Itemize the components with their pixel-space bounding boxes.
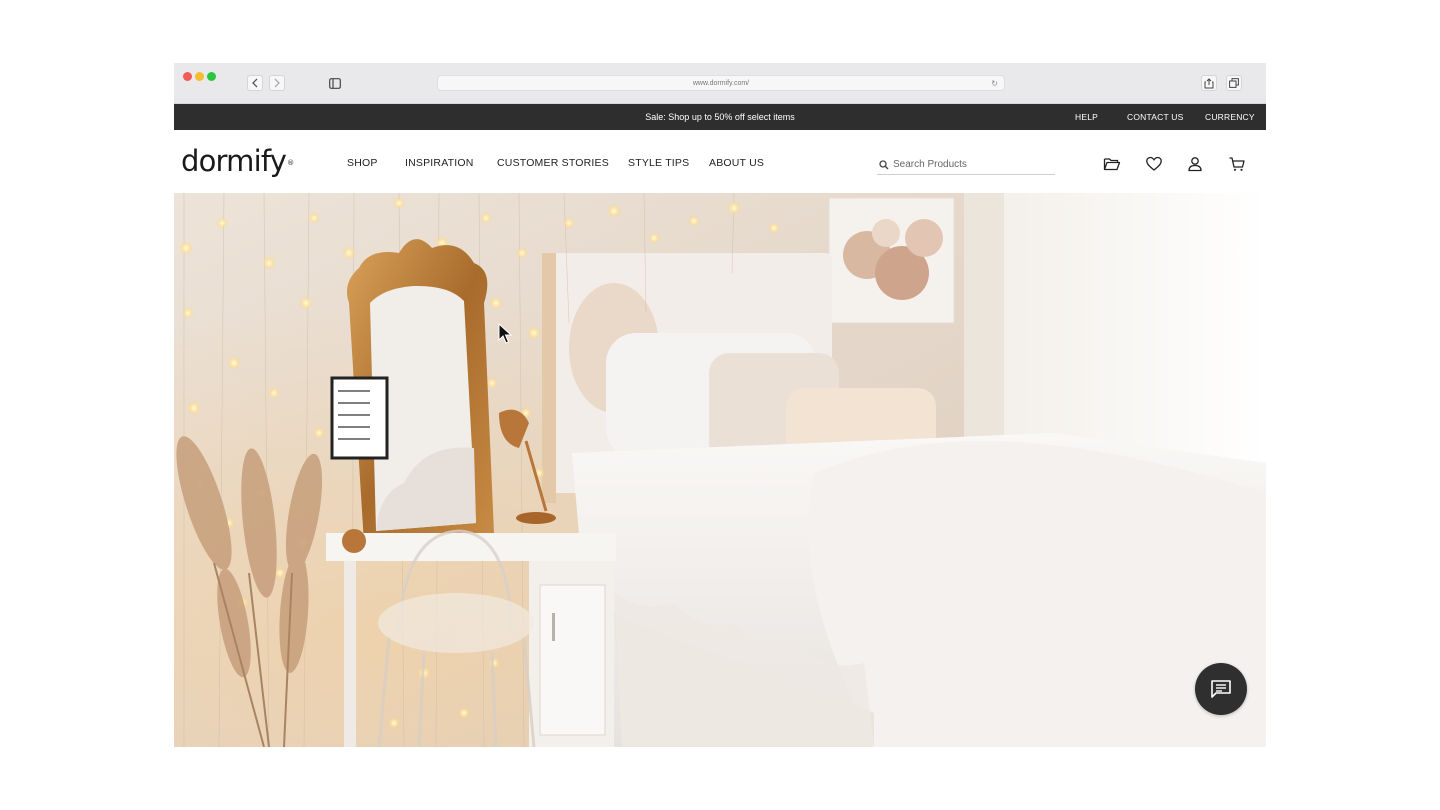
sidebar-toggle-button[interactable]	[327, 75, 343, 91]
hero-image[interactable]	[174, 193, 1266, 747]
tabs-icon	[1229, 78, 1239, 88]
contact-us-link[interactable]: CONTACT US	[1127, 104, 1183, 130]
dorm-room-photo	[174, 193, 1266, 747]
address-bar[interactable]: www.dormify.com/ ↻	[437, 75, 1005, 91]
zoom-window-button[interactable]	[207, 72, 216, 81]
search-input[interactable]	[893, 159, 1053, 170]
dormify-logo[interactable]: dormify®	[181, 144, 294, 178]
nav-customer-stories[interactable]: CUSTOMER STORIES	[497, 157, 609, 169]
forward-button[interactable]	[269, 75, 285, 91]
nav-inspiration[interactable]: INSPIRATION	[405, 157, 474, 169]
browser-window: www.dormify.com/ ↻ Sale: Shop up to 50% …	[174, 63, 1266, 747]
promo-message[interactable]: Sale: Shop up to 50% off select items	[174, 104, 1266, 130]
chat-button[interactable]	[1195, 663, 1247, 715]
promo-bar: Sale: Shop up to 50% off select items HE…	[174, 104, 1266, 130]
chevron-left-icon	[252, 78, 258, 88]
reload-icon[interactable]: ↻	[991, 79, 998, 88]
account-icon[interactable]	[1186, 155, 1204, 173]
close-window-button[interactable]	[183, 72, 192, 81]
share-icon	[1204, 77, 1214, 88]
currency-link[interactable]: CURRENCY	[1205, 104, 1255, 130]
heart-icon[interactable]	[1145, 155, 1163, 173]
help-link[interactable]: HELP	[1075, 104, 1098, 130]
share-button[interactable]	[1201, 75, 1217, 91]
back-button[interactable]	[247, 75, 263, 91]
sidebar-icon	[329, 77, 341, 89]
mouse-cursor-icon	[498, 323, 512, 344]
tabs-overview-button[interactable]	[1226, 75, 1242, 91]
nav-about-us[interactable]: ABOUT US	[709, 157, 764, 169]
site-header: dormify® SHOP INSPIRATION CUSTOMER STORI…	[174, 130, 1266, 193]
search-icon[interactable]	[879, 160, 889, 170]
chat-icon	[1211, 680, 1231, 698]
logo-text: dormify	[181, 144, 287, 178]
browser-toolbar: www.dormify.com/ ↻	[174, 63, 1266, 104]
nav-shop[interactable]: SHOP	[347, 157, 378, 169]
nav-style-tips[interactable]: STYLE TIPS	[628, 157, 689, 169]
logo-mark: ®	[287, 159, 294, 167]
folder-icon[interactable]	[1103, 155, 1121, 173]
search-bar	[877, 157, 1055, 175]
address-text: www.dormify.com/	[692, 79, 750, 87]
chevron-right-icon	[274, 78, 280, 88]
cart-icon[interactable]	[1228, 155, 1246, 173]
minimize-window-button[interactable]	[195, 72, 204, 81]
